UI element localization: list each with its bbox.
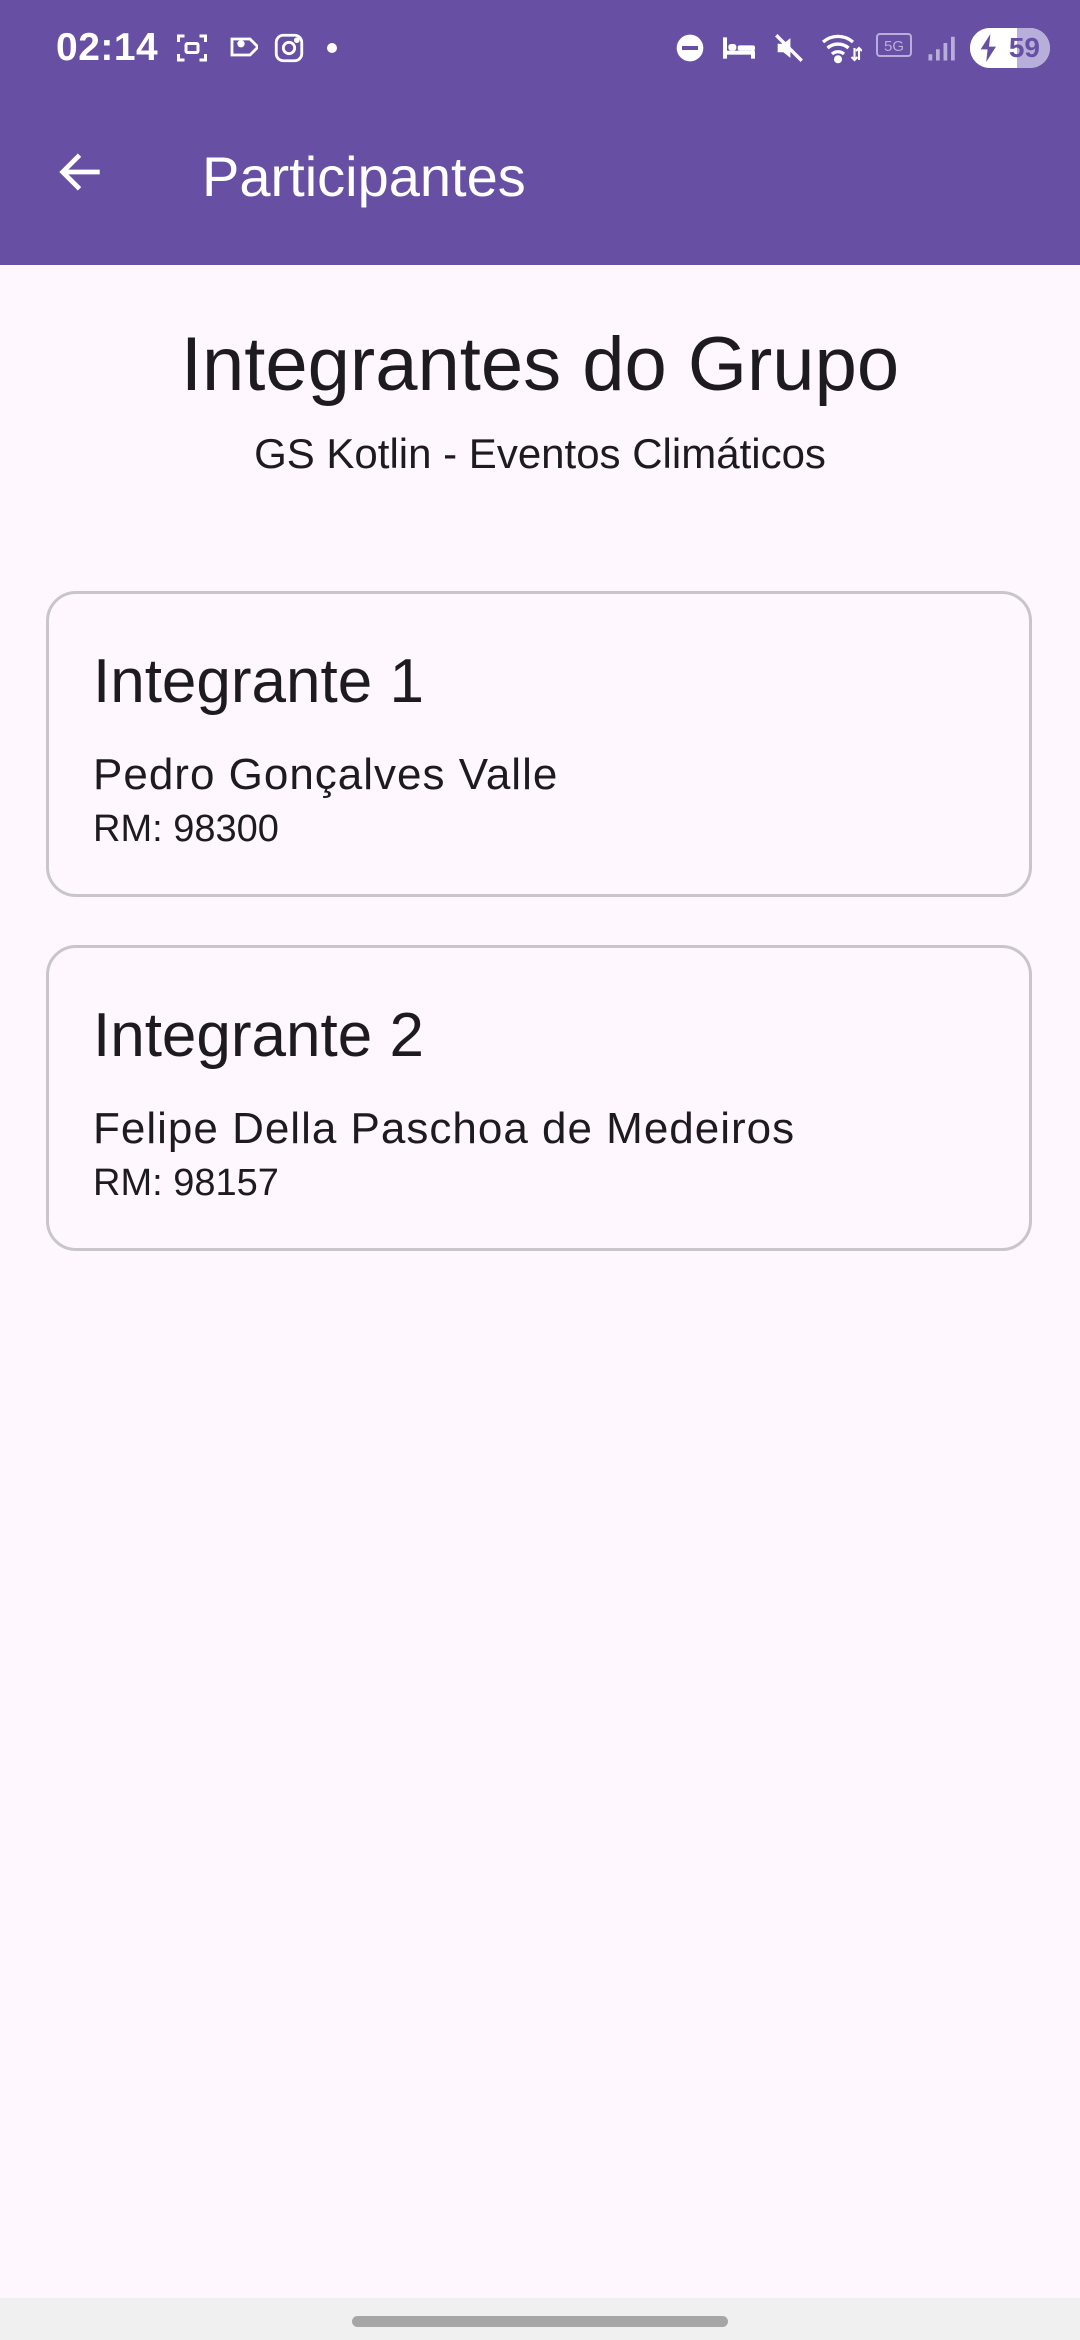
member-rm: RM: 98157 [93, 1162, 279, 1204]
dnd-icon [674, 32, 706, 64]
navigation-bar [0, 2298, 1080, 2340]
status-bar: 02:14 5G 59 [0, 0, 1080, 102]
main-content: Integrantes do Grupo GS Kotlin - Eventos… [0, 265, 1080, 478]
battery-icon: 59 [970, 28, 1050, 68]
home-gesture-handle[interactable] [352, 2316, 728, 2327]
back-button[interactable] [38, 130, 122, 214]
bed-icon [720, 32, 758, 64]
member-card: Integrante 1 Pedro Gonçalves Valle RM: 9… [46, 591, 1032, 897]
svg-text:5G: 5G [884, 38, 904, 55]
member-title: Integrante 2 [93, 1001, 424, 1070]
5g-icon: 5G [876, 33, 912, 63]
signal-icon [926, 32, 956, 64]
instagram-icon [272, 31, 306, 65]
top-app-bar: Participantes [0, 102, 1080, 265]
member-name: Pedro Gonçalves Valle [93, 750, 559, 799]
member-card: Integrante 2 Felipe Della Paschoa de Med… [46, 945, 1032, 1251]
page-subtitle: GS Kotlin - Eventos Climáticos [254, 430, 826, 477]
arrow-back-icon [54, 146, 106, 198]
page-title: Integrantes do Grupo [180, 322, 900, 407]
wifi-icon [820, 30, 862, 66]
tag-icon [224, 31, 258, 65]
status-right-icons: 5G 59 [674, 28, 1050, 68]
status-left-icons [174, 30, 344, 66]
dot-icon [320, 36, 344, 60]
member-rm: RM: 98300 [93, 808, 279, 850]
battery-level: 59 [1008, 32, 1040, 63]
member-title: Integrante 1 [93, 647, 424, 716]
member-name: Felipe Della Paschoa de Medeiros [93, 1104, 796, 1153]
screenshot-icon [174, 30, 210, 66]
mute-icon [772, 31, 806, 65]
app-bar-title: Participantes [202, 145, 526, 208]
status-time: 02:14 [56, 26, 159, 69]
